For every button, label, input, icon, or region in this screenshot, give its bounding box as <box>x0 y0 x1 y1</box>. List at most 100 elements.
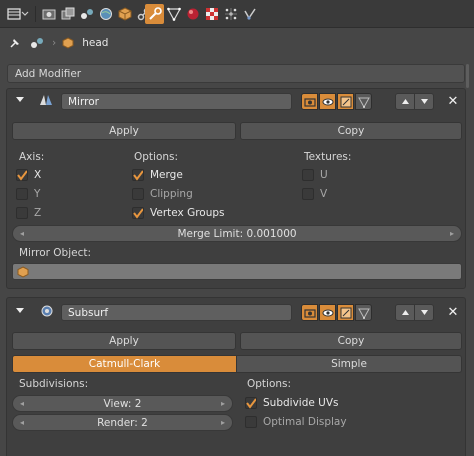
breadcrumb-separator-icon: › <box>52 37 57 49</box>
subsurf-modifier-icon <box>40 304 54 321</box>
mirror-panel-header: Mirror ✕ <box>7 89 465 111</box>
simple-option[interactable]: Simple <box>236 355 462 373</box>
view-levels-slider[interactable]: ◂ View: 2 ▸ <box>12 395 233 412</box>
add-modifier-label: Add Modifier <box>15 67 82 80</box>
mirror-modifier-panel: Mirror ✕ Apply Copy Axis: Options: Textu… <box>6 88 466 289</box>
pin-icon[interactable] <box>8 36 24 50</box>
decrement-arrow-icon[interactable]: ◂ <box>16 226 28 241</box>
clipping-label: Clipping <box>150 188 193 200</box>
modifier-name-field[interactable]: Subsurf <box>61 304 292 321</box>
merge-checkbox[interactable] <box>132 169 144 181</box>
chevron-down-icon[interactable] <box>19 4 31 24</box>
object-icon[interactable] <box>115 4 134 24</box>
cage-toggle[interactable] <box>355 304 372 321</box>
move-down-button[interactable] <box>414 93 434 110</box>
breadcrumb: › head <box>8 33 128 53</box>
render-icon[interactable] <box>39 4 58 24</box>
object-name: head <box>82 37 109 49</box>
edit-mode-toggle[interactable] <box>337 304 354 321</box>
axis-label: Axis: <box>19 151 45 163</box>
render-layers-icon[interactable] <box>58 4 77 24</box>
remove-modifier-button[interactable]: ✕ <box>445 93 461 110</box>
merge-label: Merge <box>150 169 183 181</box>
render-toggle[interactable] <box>301 304 318 321</box>
texture-v-label: V <box>320 188 328 200</box>
copy-button[interactable]: Copy <box>240 332 462 350</box>
copy-button[interactable]: Copy <box>240 122 462 140</box>
viewport-display-toggle[interactable] <box>319 304 336 321</box>
subdivisions-label: Subdivisions: <box>19 378 89 390</box>
texture-icon[interactable] <box>202 4 221 24</box>
physics-icon[interactable] <box>240 4 259 24</box>
render-levels-value: Render: 2 <box>97 416 148 429</box>
options-label: Options: <box>134 151 179 163</box>
copy-label: Copy <box>337 335 365 347</box>
render-toggle[interactable] <box>301 93 318 110</box>
viewport-display-toggle[interactable] <box>319 93 336 110</box>
optimal-display-label: Optimal Display <box>263 416 347 428</box>
options-label: Options: <box>247 378 292 390</box>
optimal-display-checkbox[interactable] <box>245 416 257 428</box>
increment-arrow-icon[interactable]: ▸ <box>446 226 458 241</box>
modifiers-icon[interactable] <box>145 4 164 24</box>
vertex-groups-label: Vertex Groups <box>150 207 225 219</box>
modifier-name-text: Mirror <box>68 95 99 108</box>
vertex-groups-checkbox[interactable] <box>132 207 144 219</box>
properties-toolbar <box>0 0 474 28</box>
render-levels-slider[interactable]: ◂ Render: 2 ▸ <box>12 414 233 431</box>
axis-y-label: Y <box>34 188 41 200</box>
clipping-checkbox[interactable] <box>132 188 144 200</box>
data-icon[interactable] <box>164 4 183 24</box>
scene-icon[interactable] <box>77 4 96 24</box>
texture-v-checkbox[interactable] <box>302 188 314 200</box>
scrollbar[interactable] <box>466 64 469 88</box>
increment-arrow-icon[interactable]: ▸ <box>217 396 229 411</box>
simple-label: Simple <box>331 358 367 370</box>
mirror-object-field[interactable] <box>12 263 462 280</box>
decrement-arrow-icon[interactable]: ◂ <box>16 415 28 430</box>
texture-u-label: U <box>320 169 328 181</box>
object-icon <box>62 37 78 49</box>
copy-label: Copy <box>337 125 365 137</box>
texture-u-checkbox[interactable] <box>302 169 314 181</box>
mirror-object-label: Mirror Object: <box>19 247 92 259</box>
apply-button[interactable]: Apply <box>12 332 236 350</box>
move-up-button[interactable] <box>395 93 415 110</box>
merge-limit-value: Merge Limit: 0.001000 <box>177 227 297 240</box>
catmull-clark-label: Catmull-Clark <box>88 358 161 370</box>
move-up-button[interactable] <box>395 304 415 321</box>
particles-icon[interactable] <box>221 4 240 24</box>
object-icon <box>17 266 29 281</box>
textures-label: Textures: <box>304 151 352 163</box>
remove-modifier-button[interactable]: ✕ <box>445 304 461 321</box>
cage-toggle[interactable] <box>355 93 372 110</box>
move-down-button[interactable] <box>414 304 434 321</box>
apply-label: Apply <box>109 335 139 347</box>
axis-z-label: Z <box>34 207 42 219</box>
subsurf-panel-header: Subsurf ✕ <box>7 298 465 321</box>
subdivide-uvs-checkbox[interactable] <box>245 397 257 409</box>
apply-button[interactable]: Apply <box>12 122 236 140</box>
subdivide-uvs-label: Subdivide UVs <box>263 397 339 409</box>
axis-z-checkbox[interactable] <box>16 207 28 219</box>
modifier-name-text: Subsurf <box>68 306 109 319</box>
view-levels-value: View: 2 <box>103 397 142 410</box>
increment-arrow-icon[interactable]: ▸ <box>217 415 229 430</box>
decrement-arrow-icon[interactable]: ◂ <box>16 396 28 411</box>
scene-icon <box>30 36 46 50</box>
apply-label: Apply <box>109 125 139 137</box>
collapse-triangle-icon[interactable] <box>15 94 25 107</box>
modifier-name-field[interactable]: Mirror <box>61 93 292 110</box>
axis-y-checkbox[interactable] <box>16 188 28 200</box>
axis-x-checkbox[interactable] <box>16 169 28 181</box>
mirror-modifier-icon <box>38 93 54 110</box>
subsurf-modifier-panel: Subsurf ✕ Apply Copy Catmull-Clark Simpl… <box>6 297 466 456</box>
catmull-clark-option[interactable]: Catmull-Clark <box>12 355 237 373</box>
add-modifier-menu[interactable]: Add Modifier <box>7 64 465 83</box>
collapse-triangle-icon[interactable] <box>15 305 25 318</box>
edit-mode-toggle[interactable] <box>337 93 354 110</box>
axis-x-label: X <box>34 169 42 181</box>
world-icon[interactable] <box>96 4 115 24</box>
merge-limit-slider[interactable]: ◂ Merge Limit: 0.001000 ▸ <box>12 225 462 242</box>
material-icon[interactable] <box>183 4 202 24</box>
